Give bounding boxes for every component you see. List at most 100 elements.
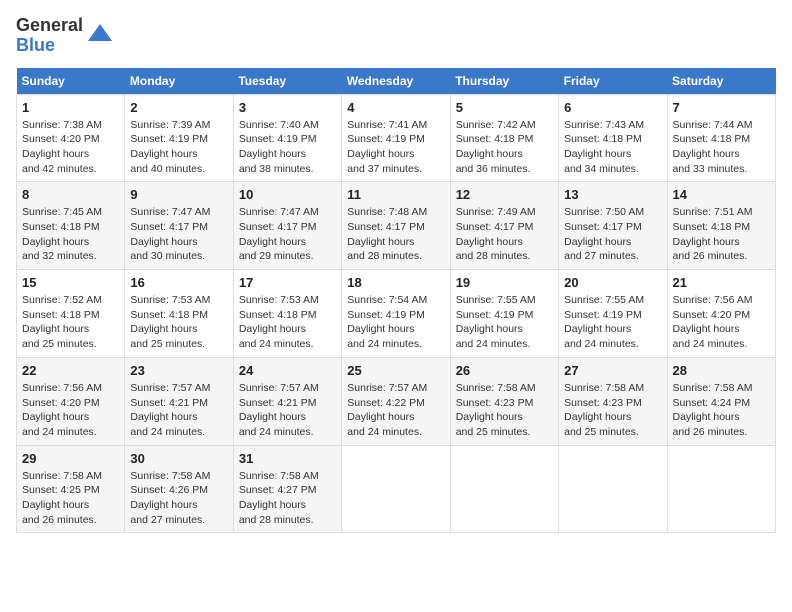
calendar-cell: 21 Sunrise: 7:56 AM Sunset: 4:20 PM Dayl… bbox=[667, 270, 775, 358]
calendar-cell bbox=[342, 445, 450, 533]
day-info: Sunrise: 7:43 AM Sunset: 4:18 PM Dayligh… bbox=[564, 118, 661, 177]
calendar-cell: 14 Sunrise: 7:51 AM Sunset: 4:18 PM Dayl… bbox=[667, 182, 775, 270]
calendar-cell: 25 Sunrise: 7:57 AM Sunset: 4:22 PM Dayl… bbox=[342, 357, 450, 445]
day-info: Sunrise: 7:58 AM Sunset: 4:23 PM Dayligh… bbox=[456, 381, 553, 440]
day-info: Sunrise: 7:45 AM Sunset: 4:18 PM Dayligh… bbox=[22, 205, 119, 264]
calendar-cell: 22 Sunrise: 7:56 AM Sunset: 4:20 PM Dayl… bbox=[17, 357, 125, 445]
day-number: 16 bbox=[130, 275, 227, 290]
calendar-cell bbox=[559, 445, 667, 533]
calendar-cell: 24 Sunrise: 7:57 AM Sunset: 4:21 PM Dayl… bbox=[233, 357, 341, 445]
day-number: 23 bbox=[130, 363, 227, 378]
calendar-cell: 9 Sunrise: 7:47 AM Sunset: 4:17 PM Dayli… bbox=[125, 182, 233, 270]
day-info: Sunrise: 7:47 AM Sunset: 4:17 PM Dayligh… bbox=[130, 205, 227, 264]
calendar-cell: 3 Sunrise: 7:40 AM Sunset: 4:19 PM Dayli… bbox=[233, 94, 341, 182]
day-info: Sunrise: 7:42 AM Sunset: 4:18 PM Dayligh… bbox=[456, 118, 553, 177]
day-number: 5 bbox=[456, 100, 553, 115]
day-number: 4 bbox=[347, 100, 444, 115]
day-info: Sunrise: 7:48 AM Sunset: 4:17 PM Dayligh… bbox=[347, 205, 444, 264]
day-number: 14 bbox=[673, 187, 770, 202]
calendar-cell: 8 Sunrise: 7:45 AM Sunset: 4:18 PM Dayli… bbox=[17, 182, 125, 270]
day-number: 10 bbox=[239, 187, 336, 202]
day-info: Sunrise: 7:53 AM Sunset: 4:18 PM Dayligh… bbox=[239, 293, 336, 352]
calendar-cell: 12 Sunrise: 7:49 AM Sunset: 4:17 PM Dayl… bbox=[450, 182, 558, 270]
day-number: 15 bbox=[22, 275, 119, 290]
day-info: Sunrise: 7:58 AM Sunset: 4:26 PM Dayligh… bbox=[130, 469, 227, 528]
day-number: 12 bbox=[456, 187, 553, 202]
day-info: Sunrise: 7:54 AM Sunset: 4:19 PM Dayligh… bbox=[347, 293, 444, 352]
day-number: 3 bbox=[239, 100, 336, 115]
day-number: 21 bbox=[673, 275, 770, 290]
calendar-cell: 28 Sunrise: 7:58 AM Sunset: 4:24 PM Dayl… bbox=[667, 357, 775, 445]
day-number: 24 bbox=[239, 363, 336, 378]
weekday-header-monday: Monday bbox=[125, 68, 233, 95]
day-info: Sunrise: 7:57 AM Sunset: 4:21 PM Dayligh… bbox=[130, 381, 227, 440]
calendar-cell: 20 Sunrise: 7:55 AM Sunset: 4:19 PM Dayl… bbox=[559, 270, 667, 358]
calendar-cell: 17 Sunrise: 7:53 AM Sunset: 4:18 PM Dayl… bbox=[233, 270, 341, 358]
day-number: 27 bbox=[564, 363, 661, 378]
day-info: Sunrise: 7:41 AM Sunset: 4:19 PM Dayligh… bbox=[347, 118, 444, 177]
day-number: 30 bbox=[130, 451, 227, 466]
weekday-header-friday: Friday bbox=[559, 68, 667, 95]
calendar-cell: 6 Sunrise: 7:43 AM Sunset: 4:18 PM Dayli… bbox=[559, 94, 667, 182]
day-number: 22 bbox=[22, 363, 119, 378]
calendar-cell bbox=[667, 445, 775, 533]
day-info: Sunrise: 7:40 AM Sunset: 4:19 PM Dayligh… bbox=[239, 118, 336, 177]
day-info: Sunrise: 7:55 AM Sunset: 4:19 PM Dayligh… bbox=[564, 293, 661, 352]
day-number: 25 bbox=[347, 363, 444, 378]
day-number: 20 bbox=[564, 275, 661, 290]
day-number: 31 bbox=[239, 451, 336, 466]
day-info: Sunrise: 7:57 AM Sunset: 4:22 PM Dayligh… bbox=[347, 381, 444, 440]
day-number: 6 bbox=[564, 100, 661, 115]
day-number: 7 bbox=[673, 100, 770, 115]
day-number: 9 bbox=[130, 187, 227, 202]
day-info: Sunrise: 7:58 AM Sunset: 4:27 PM Dayligh… bbox=[239, 469, 336, 528]
day-info: Sunrise: 7:38 AM Sunset: 4:20 PM Dayligh… bbox=[22, 118, 119, 177]
calendar-table: SundayMondayTuesdayWednesdayThursdayFrid… bbox=[16, 68, 776, 534]
day-number: 8 bbox=[22, 187, 119, 202]
day-info: Sunrise: 7:58 AM Sunset: 4:25 PM Dayligh… bbox=[22, 469, 119, 528]
day-info: Sunrise: 7:58 AM Sunset: 4:24 PM Dayligh… bbox=[673, 381, 770, 440]
day-info: Sunrise: 7:51 AM Sunset: 4:18 PM Dayligh… bbox=[673, 205, 770, 264]
day-number: 26 bbox=[456, 363, 553, 378]
logo-text: General Blue bbox=[16, 16, 83, 56]
day-number: 29 bbox=[22, 451, 119, 466]
day-info: Sunrise: 7:56 AM Sunset: 4:20 PM Dayligh… bbox=[22, 381, 119, 440]
calendar-cell: 10 Sunrise: 7:47 AM Sunset: 4:17 PM Dayl… bbox=[233, 182, 341, 270]
calendar-cell: 2 Sunrise: 7:39 AM Sunset: 4:19 PM Dayli… bbox=[125, 94, 233, 182]
calendar-cell: 27 Sunrise: 7:58 AM Sunset: 4:23 PM Dayl… bbox=[559, 357, 667, 445]
calendar-cell: 1 Sunrise: 7:38 AM Sunset: 4:20 PM Dayli… bbox=[17, 94, 125, 182]
calendar-cell: 13 Sunrise: 7:50 AM Sunset: 4:17 PM Dayl… bbox=[559, 182, 667, 270]
day-number: 11 bbox=[347, 187, 444, 202]
calendar-cell: 31 Sunrise: 7:58 AM Sunset: 4:27 PM Dayl… bbox=[233, 445, 341, 533]
logo-icon bbox=[85, 21, 115, 51]
day-info: Sunrise: 7:57 AM Sunset: 4:21 PM Dayligh… bbox=[239, 381, 336, 440]
day-info: Sunrise: 7:44 AM Sunset: 4:18 PM Dayligh… bbox=[673, 118, 770, 177]
calendar-cell: 4 Sunrise: 7:41 AM Sunset: 4:19 PM Dayli… bbox=[342, 94, 450, 182]
day-info: Sunrise: 7:49 AM Sunset: 4:17 PM Dayligh… bbox=[456, 205, 553, 264]
day-info: Sunrise: 7:50 AM Sunset: 4:17 PM Dayligh… bbox=[564, 205, 661, 264]
day-info: Sunrise: 7:55 AM Sunset: 4:19 PM Dayligh… bbox=[456, 293, 553, 352]
calendar-cell: 26 Sunrise: 7:58 AM Sunset: 4:23 PM Dayl… bbox=[450, 357, 558, 445]
calendar-cell bbox=[450, 445, 558, 533]
calendar-cell: 23 Sunrise: 7:57 AM Sunset: 4:21 PM Dayl… bbox=[125, 357, 233, 445]
day-number: 18 bbox=[347, 275, 444, 290]
day-number: 1 bbox=[22, 100, 119, 115]
calendar-cell: 11 Sunrise: 7:48 AM Sunset: 4:17 PM Dayl… bbox=[342, 182, 450, 270]
weekday-header-saturday: Saturday bbox=[667, 68, 775, 95]
calendar-cell: 18 Sunrise: 7:54 AM Sunset: 4:19 PM Dayl… bbox=[342, 270, 450, 358]
day-info: Sunrise: 7:58 AM Sunset: 4:23 PM Dayligh… bbox=[564, 381, 661, 440]
weekday-header-thursday: Thursday bbox=[450, 68, 558, 95]
day-number: 17 bbox=[239, 275, 336, 290]
day-number: 13 bbox=[564, 187, 661, 202]
day-info: Sunrise: 7:53 AM Sunset: 4:18 PM Dayligh… bbox=[130, 293, 227, 352]
day-number: 28 bbox=[673, 363, 770, 378]
weekday-header-wednesday: Wednesday bbox=[342, 68, 450, 95]
logo: General Blue bbox=[16, 16, 115, 56]
page-header: General Blue bbox=[16, 16, 776, 56]
calendar-cell: 29 Sunrise: 7:58 AM Sunset: 4:25 PM Dayl… bbox=[17, 445, 125, 533]
day-info: Sunrise: 7:56 AM Sunset: 4:20 PM Dayligh… bbox=[673, 293, 770, 352]
day-info: Sunrise: 7:39 AM Sunset: 4:19 PM Dayligh… bbox=[130, 118, 227, 177]
calendar-cell: 7 Sunrise: 7:44 AM Sunset: 4:18 PM Dayli… bbox=[667, 94, 775, 182]
calendar-cell: 30 Sunrise: 7:58 AM Sunset: 4:26 PM Dayl… bbox=[125, 445, 233, 533]
calendar-cell: 16 Sunrise: 7:53 AM Sunset: 4:18 PM Dayl… bbox=[125, 270, 233, 358]
